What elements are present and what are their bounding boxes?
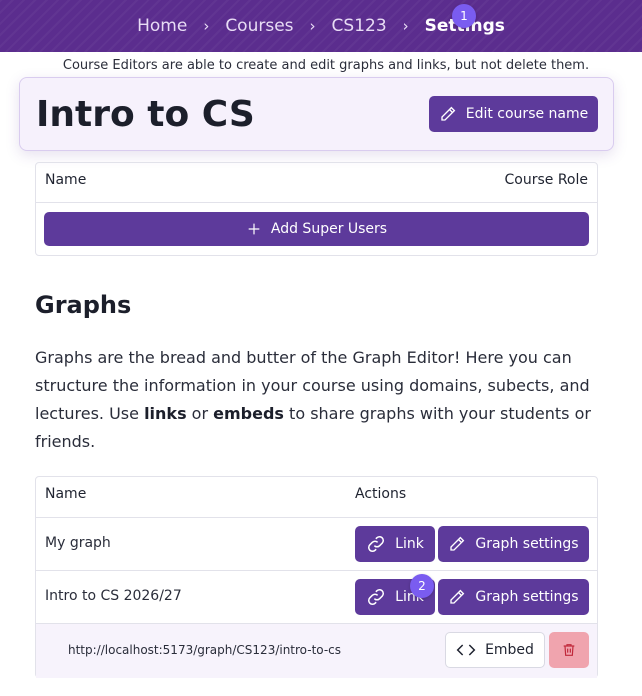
graphs-heading: Graphs [35,291,132,319]
embed-button[interactable]: Embed [445,632,545,668]
add-super-users-button[interactable]: Add Super Users [44,212,589,246]
trash-icon [563,644,575,656]
step-badge-1: 1 [452,4,476,28]
pencil-icon [450,589,465,604]
column-header-course-role: Course Role [504,172,589,188]
editor-permissions-note: Course Editors are able to create and ed… [62,58,590,73]
graphs-table: Name Actions My graph Link Graph setting… [35,476,598,678]
column-header-name: Name [45,486,87,502]
breadcrumb: Home › Courses › CS123 › Settings [0,0,642,52]
breadcrumb-home[interactable]: Home [137,16,187,36]
course-title: Intro to CS [36,94,255,135]
column-header-actions: Actions [355,486,407,502]
graph-link-panel: http://localhost:5173/graph/CS123/intro-… [36,624,597,678]
course-header-card: Intro to CS Edit course name [19,77,614,151]
embed-button-label: Embed [485,642,534,658]
breadcrumb-separator: › [309,17,316,35]
code-brackets-icon [456,644,476,656]
graph-name: Intro to CS 2026/27 [45,588,182,604]
breadcrumb-courses[interactable]: Courses [225,16,293,36]
link-button[interactable]: Link [355,526,435,562]
pencil-icon [441,106,456,121]
plus-icon [248,223,260,235]
breadcrumb-separator: › [203,17,210,35]
link-icon [368,588,385,606]
add-super-users-label: Add Super Users [270,221,388,237]
table-row: My graph Link Graph settings [36,518,597,571]
breadcrumb-separator: › [402,17,409,35]
pencil-icon [450,536,465,551]
links-keyword: links [144,404,187,423]
graph-name: My graph [45,535,111,551]
link-button-label: Link [395,536,424,552]
graph-settings-label: Graph settings [475,589,579,605]
graph-settings-label: Graph settings [475,536,579,552]
graphs-description-text: or [186,404,214,423]
super-users-table-header: Name Course Role [36,163,597,203]
breadcrumb-course[interactable]: CS123 [332,16,387,36]
graph-settings-button[interactable]: Graph settings [438,579,589,615]
step-badge-2: 2 [410,574,434,598]
embeds-keyword: embeds [213,404,284,423]
graphs-table-header: Name Actions [36,477,597,518]
super-users-table: Name Course Role Add Super Users [35,162,598,256]
delete-button[interactable] [549,632,589,668]
column-header-name: Name [45,172,87,188]
table-row: Intro to CS 2026/27 Link Graph settings [36,571,597,624]
graphs-description: Graphs are the bread and butter of the G… [35,344,595,456]
edit-course-name-label: Edit course name [465,106,589,122]
edit-course-name-button[interactable]: Edit course name [429,96,598,132]
graph-settings-button[interactable]: Graph settings [438,526,589,562]
link-icon [368,535,385,553]
graph-link-url[interactable]: http://localhost:5173/graph/CS123/intro-… [68,643,341,657]
